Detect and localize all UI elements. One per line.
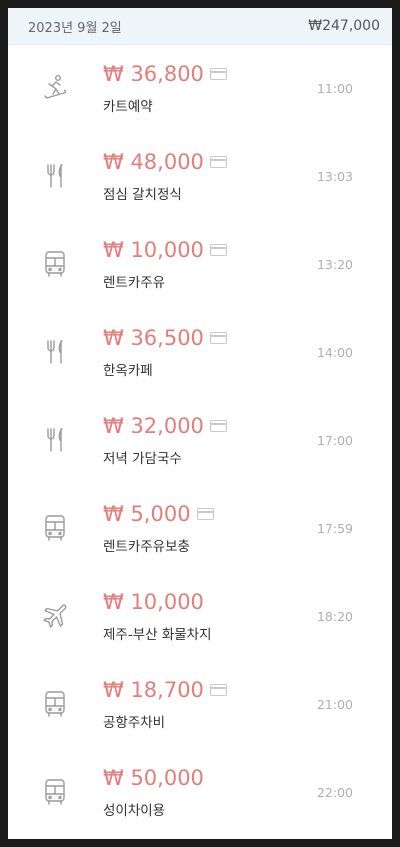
expense-amount: ₩ 36,800 <box>103 62 204 86</box>
expense-amount: ₩ 32,000 <box>103 414 204 438</box>
expense-amount: ₩ 18,700 <box>103 678 204 702</box>
airplane-icon <box>40 601 70 631</box>
expense-time: 14:00 <box>316 345 353 360</box>
credit-card-icon <box>209 244 227 256</box>
expense-time: 13:20 <box>316 257 353 272</box>
expense-amount: ₩ 5,000 <box>103 502 191 526</box>
expense-row[interactable]: ₩ 10,000 렌트카주유 13:20 <box>8 221 392 309</box>
date-header: 2023년 9월 2일 ₩247,000 <box>8 8 392 45</box>
expense-title: 저녁 가담국수 <box>103 451 182 467</box>
utensils-icon <box>40 425 70 455</box>
expense-row[interactable]: ₩ 10,000 제주-부산 화물차지 18:20 <box>8 573 392 661</box>
expense-title: 렌트카주유보충 <box>103 539 190 555</box>
credit-card-icon <box>209 68 227 80</box>
expense-title: 공항주차비 <box>103 715 166 731</box>
credit-card-icon <box>209 420 227 432</box>
date-label: 2023년 9월 2일 <box>28 20 122 36</box>
expense-amount: ₩ 36,500 <box>103 326 204 350</box>
bus-icon <box>40 249 70 279</box>
expense-time: 17:59 <box>316 521 353 536</box>
expense-list: ₩ 36,800 카트예약 11:00 ₩ 48,000 점심 갈치정식 13:… <box>8 45 392 837</box>
daily-total: ₩247,000 <box>308 18 380 34</box>
expense-row[interactable]: ₩ 50,000 성이차이용 22:00 <box>8 749 392 837</box>
expense-time: 21:00 <box>316 697 353 712</box>
expense-time: 22:00 <box>316 785 353 800</box>
expense-row[interactable]: ₩ 5,000 렌트카주유보충 17:59 <box>8 485 392 573</box>
expense-amount: ₩ 48,000 <box>103 150 204 174</box>
expense-row[interactable]: ₩ 32,000 저녁 가담국수 17:00 <box>8 397 392 485</box>
expense-title: 점심 갈치정식 <box>103 187 182 203</box>
credit-card-icon <box>196 508 214 520</box>
credit-card-icon <box>209 156 227 168</box>
expense-title: 카트예약 <box>103 99 153 115</box>
bus-icon <box>40 777 70 807</box>
expense-time: 11:00 <box>316 81 353 96</box>
expense-time: 17:00 <box>316 433 353 448</box>
expense-day-screen: 2023년 9월 2일 ₩247,000 ₩ 36,800 카트예약 11:00… <box>8 8 392 839</box>
expense-amount: ₩ 10,000 <box>103 238 204 262</box>
expense-row[interactable]: ₩ 18,700 공항주차비 21:00 <box>8 661 392 749</box>
expense-row[interactable]: ₩ 36,500 한옥카페 14:00 <box>8 309 392 397</box>
expense-row[interactable]: ₩ 48,000 점심 갈치정식 13:03 <box>8 133 392 221</box>
credit-card-icon <box>209 684 227 696</box>
expense-amount: ₩ 50,000 <box>103 766 204 790</box>
expense-time: 18:20 <box>316 609 353 624</box>
utensils-icon <box>40 337 70 367</box>
utensils-icon <box>40 161 70 191</box>
expense-title: 한옥카페 <box>103 363 153 379</box>
expense-title: 제주-부산 화물차지 <box>103 627 212 643</box>
bus-icon <box>40 513 70 543</box>
expense-row[interactable]: ₩ 36,800 카트예약 11:00 <box>8 45 392 133</box>
expense-amount: ₩ 10,000 <box>103 590 204 614</box>
bus-icon <box>40 689 70 719</box>
expense-title: 렌트카주유 <box>103 275 166 291</box>
snowboard-icon <box>40 73 70 103</box>
expense-title: 성이차이용 <box>103 803 166 819</box>
expense-time: 13:03 <box>316 169 353 184</box>
credit-card-icon <box>209 332 227 344</box>
